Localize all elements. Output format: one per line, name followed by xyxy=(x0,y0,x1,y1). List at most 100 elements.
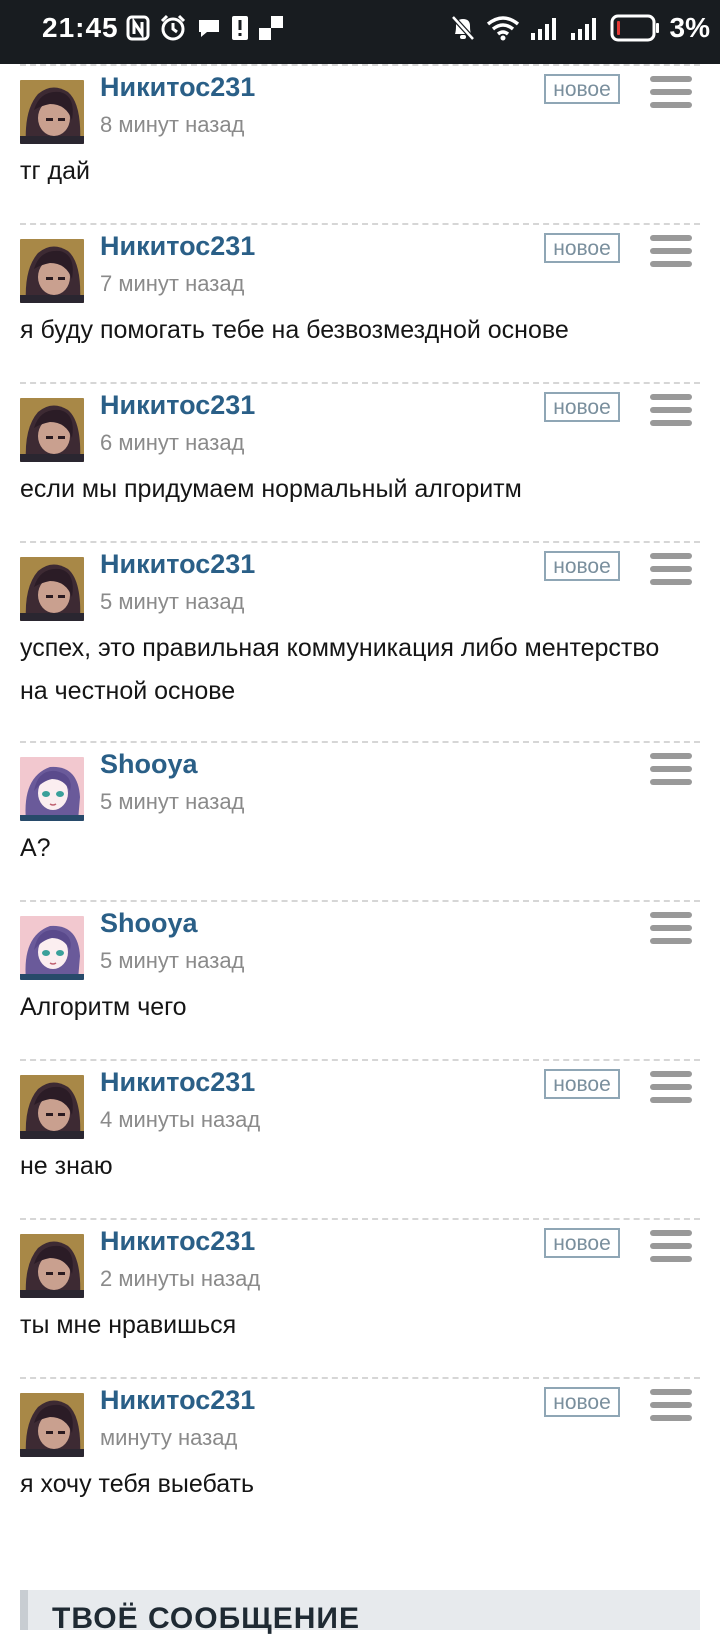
comment-item: Никитос231 8 минут назад новое тг дай xyxy=(20,64,700,223)
avatar[interactable] xyxy=(20,557,84,621)
comment-item: Shooya 5 минут назад А? xyxy=(20,741,700,900)
comment-item: Shooya 5 минут назад Алгоритм чего xyxy=(20,900,700,1059)
post-time: 5 минут назад xyxy=(100,789,245,814)
menu-icon[interactable] xyxy=(650,1071,692,1107)
menu-icon-bar xyxy=(650,1084,692,1090)
nfc-icon xyxy=(126,15,150,41)
avatar[interactable] xyxy=(20,239,84,303)
comment-item: Никитос231 7 минут назад новое я буду помог… xyxy=(20,223,700,382)
comment-item: Никитос231 4 минуты назад новое не знаю xyxy=(20,1059,700,1218)
comment-text: ты мне нравишься xyxy=(20,1311,237,1339)
compose-box[interactable]: Твоё сообщение xyxy=(20,1590,700,1635)
new-badge: новое xyxy=(544,1387,620,1417)
author-name[interactable]: Никитос231 xyxy=(100,549,255,580)
status-right-icons: 3% xyxy=(450,12,710,44)
menu-icon-bar xyxy=(650,553,692,559)
avatar[interactable] xyxy=(20,1393,84,1457)
menu-icon-bar xyxy=(650,76,692,82)
wifi-icon xyxy=(486,16,519,41)
menu-icon-bar xyxy=(650,394,692,400)
post-time: 7 минут назад xyxy=(100,271,245,296)
menu-icon-bar xyxy=(650,1389,692,1395)
author-name[interactable]: Никитос231 xyxy=(100,390,255,421)
signal-icon xyxy=(530,18,556,40)
menu-icon[interactable] xyxy=(650,753,692,789)
author-name[interactable]: Никитос231 xyxy=(100,1226,255,1257)
alarm-icon xyxy=(160,14,186,41)
comment-text: успех, это правильная коммуникация либо … xyxy=(20,634,660,705)
menu-icon[interactable] xyxy=(650,394,692,430)
avatar[interactable] xyxy=(20,916,84,980)
menu-icon-bar xyxy=(650,1402,692,1408)
menu-icon-bar xyxy=(650,1415,692,1421)
comment-text: тг дай xyxy=(20,157,90,185)
menu-icon-bar xyxy=(650,1230,692,1236)
post-time: 8 минут назад xyxy=(100,112,245,137)
menu-icon[interactable] xyxy=(650,76,692,112)
menu-icon-bar xyxy=(650,566,692,572)
status-bar: 21:45 3% xyxy=(0,0,720,64)
avatar[interactable] xyxy=(20,1234,84,1298)
menu-icon-bar xyxy=(650,235,692,241)
new-badge: новое xyxy=(544,392,620,422)
author-name[interactable]: Shooya xyxy=(100,749,198,780)
avatar[interactable] xyxy=(20,80,84,144)
menu-icon-bar xyxy=(650,248,692,254)
signal-icon xyxy=(570,18,596,40)
author-name[interactable]: Никитос231 xyxy=(100,231,255,262)
menu-icon-bar xyxy=(650,1243,692,1249)
new-badge: новое xyxy=(544,1069,620,1099)
comment-list: Никитос231 8 минут назад новое тг дай Никито… xyxy=(0,64,720,1536)
menu-icon[interactable] xyxy=(650,1230,692,1266)
comment-item: Никитос231 5 минут назад новое успех, это п… xyxy=(20,541,700,741)
menu-icon[interactable] xyxy=(650,1389,692,1425)
author-name[interactable]: Никитос231 xyxy=(100,1067,255,1098)
chat-bubble-icon xyxy=(199,20,219,37)
comment-text: я буду помогать тебе на безвозмездной ос… xyxy=(20,316,569,344)
compose-title: Твоё сообщение xyxy=(52,1602,360,1635)
checker-icon xyxy=(259,16,283,40)
menu-icon-bar xyxy=(650,89,692,95)
new-badge: новое xyxy=(544,74,620,104)
avatar[interactable] xyxy=(20,757,84,821)
status-left-icons xyxy=(126,14,284,42)
status-time: 21:45 xyxy=(42,12,119,43)
author-name[interactable]: Shooya xyxy=(100,908,198,939)
bell-off-icon xyxy=(450,15,475,41)
menu-icon-bar xyxy=(650,912,692,918)
menu-icon-bar xyxy=(650,1097,692,1103)
sim-alert-icon xyxy=(232,16,248,40)
new-badge: новое xyxy=(544,233,620,263)
post-time: 5 минут назад xyxy=(100,589,245,614)
menu-icon[interactable] xyxy=(650,553,692,589)
menu-icon[interactable] xyxy=(650,235,692,271)
menu-icon-bar xyxy=(650,925,692,931)
post-time: 5 минут назад xyxy=(100,948,245,973)
author-name[interactable]: Никитос231 xyxy=(100,72,255,103)
battery-percent: 3% xyxy=(669,12,710,43)
avatar[interactable] xyxy=(20,398,84,462)
menu-icon-bar xyxy=(650,1071,692,1077)
avatar[interactable] xyxy=(20,1075,84,1139)
author-name[interactable]: Никитос231 xyxy=(100,1385,255,1416)
comment-text: не знаю xyxy=(20,1152,113,1180)
menu-icon-bar xyxy=(650,579,692,585)
comment-item: Никитос231 2 минуты назад новое ты мне нрав… xyxy=(20,1218,700,1377)
comment-text: Алгоритм чего xyxy=(20,993,187,1021)
menu-icon-bar xyxy=(650,938,692,944)
menu-icon[interactable] xyxy=(650,912,692,948)
menu-icon-bar xyxy=(650,261,692,267)
menu-icon-bar xyxy=(650,420,692,426)
battery-low-icon xyxy=(610,14,659,42)
post-time: 2 минуты назад xyxy=(100,1266,261,1291)
menu-icon-bar xyxy=(650,102,692,108)
comment-item: Никитос231 6 минут назад новое если мы прид… xyxy=(20,382,700,541)
comment-text: А? xyxy=(20,834,51,862)
comment-text: если мы придумаем нормальный алгоритм xyxy=(20,475,522,503)
new-badge: новое xyxy=(544,551,620,581)
comment-item: Никитос231 минуту назад новое я хочу тебя в… xyxy=(20,1377,700,1536)
post-time: минуту назад xyxy=(100,1425,238,1450)
menu-icon-bar xyxy=(650,407,692,413)
menu-icon-bar xyxy=(650,753,692,759)
menu-icon-bar xyxy=(650,1256,692,1262)
